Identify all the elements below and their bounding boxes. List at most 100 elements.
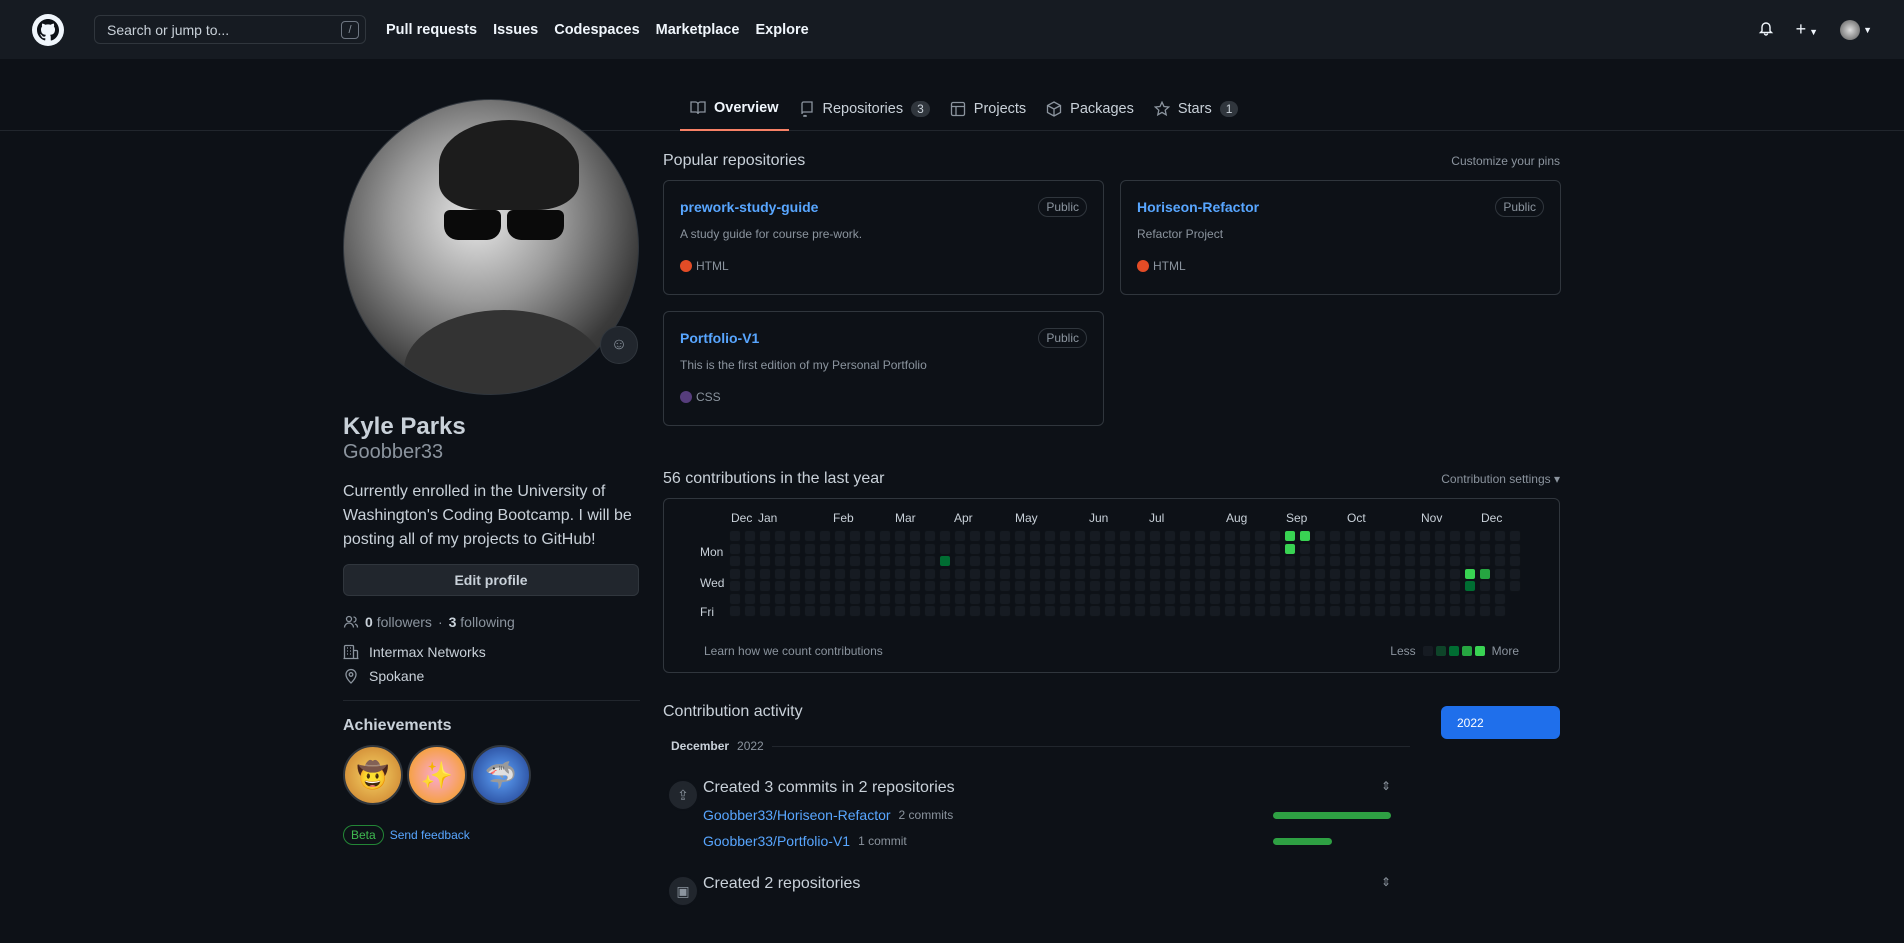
profile-avatar[interactable]	[343, 99, 639, 395]
contribution-day-cell[interactable]	[1479, 530, 1491, 542]
contribution-day-cell[interactable]	[1119, 567, 1131, 580]
contribution-day-cell[interactable]	[1344, 555, 1356, 567]
contribution-day-cell[interactable]	[1284, 530, 1296, 542]
contribution-day-cell[interactable]	[1314, 605, 1326, 617]
achievement-yolo-icon[interactable]: ✨	[407, 745, 467, 805]
contribution-day-cell[interactable]	[1194, 605, 1206, 617]
contribution-day-cell[interactable]	[954, 542, 966, 555]
contribution-day-cell[interactable]	[1434, 542, 1446, 555]
contribution-day-cell[interactable]	[984, 555, 996, 567]
contribution-day-cell[interactable]	[954, 567, 966, 580]
contribution-day-cell[interactable]	[1314, 530, 1326, 542]
following-link[interactable]: 3 following	[449, 614, 515, 630]
contribution-day-cell[interactable]	[1209, 530, 1221, 542]
contribution-day-cell[interactable]	[834, 605, 846, 617]
contribution-day-cell[interactable]	[1284, 605, 1296, 617]
contribution-day-cell[interactable]	[1134, 530, 1146, 542]
contribution-day-cell[interactable]	[924, 605, 936, 617]
contribution-day-cell[interactable]	[1044, 605, 1056, 617]
contribution-day-cell[interactable]	[1269, 567, 1281, 580]
contribution-day-cell[interactable]	[849, 605, 861, 617]
contribution-day-cell[interactable]	[1299, 555, 1311, 567]
contribution-day-cell[interactable]	[1044, 592, 1056, 605]
contribution-day-cell[interactable]	[969, 580, 981, 592]
contribution-day-cell[interactable]	[1119, 542, 1131, 555]
contribution-day-cell[interactable]	[1389, 605, 1401, 617]
contribution-day-cell[interactable]	[1149, 605, 1161, 617]
contribution-day-cell[interactable]	[1179, 555, 1191, 567]
contribution-day-cell[interactable]	[999, 567, 1011, 580]
contribution-day-cell[interactable]	[1239, 605, 1251, 617]
contribution-day-cell[interactable]	[1194, 580, 1206, 592]
contribution-day-cell[interactable]	[1344, 567, 1356, 580]
contribution-day-cell[interactable]	[879, 580, 891, 592]
contribution-day-cell[interactable]	[1209, 555, 1221, 567]
search-input[interactable]: Search or jump to... /	[94, 15, 366, 44]
contribution-day-cell[interactable]	[864, 530, 876, 542]
contribution-day-cell[interactable]	[834, 555, 846, 567]
contribution-day-cell[interactable]	[1434, 605, 1446, 617]
contribution-day-cell[interactable]	[1509, 555, 1521, 567]
contribution-day-cell[interactable]	[1194, 530, 1206, 542]
contribution-day-cell[interactable]	[1404, 580, 1416, 592]
contribution-day-cell[interactable]	[1404, 542, 1416, 555]
contribution-day-cell[interactable]	[1179, 530, 1191, 542]
contribution-day-cell[interactable]	[1434, 580, 1446, 592]
contribution-day-cell[interactable]	[924, 542, 936, 555]
contribution-day-cell[interactable]	[1449, 592, 1461, 605]
contribution-day-cell[interactable]	[1074, 567, 1086, 580]
collapse-icon[interactable]: ⇕	[1381, 875, 1391, 893]
contribution-day-cell[interactable]	[909, 542, 921, 555]
contribution-day-cell[interactable]	[1479, 605, 1491, 617]
contribution-day-cell[interactable]	[744, 580, 756, 592]
contribution-day-cell[interactable]	[1014, 530, 1026, 542]
contribution-day-cell[interactable]	[1284, 592, 1296, 605]
contribution-day-cell[interactable]	[774, 580, 786, 592]
contribution-day-cell[interactable]	[1014, 580, 1026, 592]
contribution-day-cell[interactable]	[939, 530, 951, 542]
contribution-day-cell[interactable]	[1104, 605, 1116, 617]
contribution-day-cell[interactable]	[1254, 567, 1266, 580]
contribution-day-cell[interactable]	[984, 605, 996, 617]
contribution-day-cell[interactable]	[1314, 555, 1326, 567]
contribution-day-cell[interactable]	[1404, 592, 1416, 605]
contribution-day-cell[interactable]	[1059, 580, 1071, 592]
contribution-day-cell[interactable]	[1299, 605, 1311, 617]
contribution-day-cell[interactable]	[1299, 592, 1311, 605]
customize-pins-link[interactable]: Customize your pins	[1451, 154, 1560, 168]
contribution-day-cell[interactable]	[1329, 530, 1341, 542]
contribution-day-cell[interactable]	[1044, 542, 1056, 555]
contribution-day-cell[interactable]	[1479, 567, 1491, 580]
contribution-day-cell[interactable]	[909, 530, 921, 542]
contribution-day-cell[interactable]	[759, 567, 771, 580]
contribution-day-cell[interactable]	[1014, 542, 1026, 555]
contribution-day-cell[interactable]	[1104, 567, 1116, 580]
nav-codespaces[interactable]: Codespaces	[554, 22, 639, 38]
contribution-day-cell[interactable]	[984, 567, 996, 580]
contribution-day-cell[interactable]	[984, 542, 996, 555]
contribution-day-cell[interactable]	[1494, 555, 1506, 567]
contribution-day-cell[interactable]	[1299, 580, 1311, 592]
contribution-day-cell[interactable]	[999, 592, 1011, 605]
contribution-day-cell[interactable]	[1464, 542, 1476, 555]
contribution-day-cell[interactable]	[939, 555, 951, 567]
contribution-day-cell[interactable]	[1359, 555, 1371, 567]
contribution-day-cell[interactable]	[1389, 567, 1401, 580]
set-status-smiley-icon[interactable]: ☺	[600, 326, 638, 364]
contribution-day-cell[interactable]	[729, 542, 741, 555]
tab-projects[interactable]: Projects	[940, 87, 1036, 131]
tab-repositories[interactable]: Repositories 3	[789, 87, 940, 131]
contribution-day-cell[interactable]	[1494, 592, 1506, 605]
contribution-day-cell[interactable]	[1029, 555, 1041, 567]
contribution-day-cell[interactable]	[1239, 530, 1251, 542]
contribution-day-cell[interactable]	[1329, 567, 1341, 580]
contribution-day-cell[interactable]	[1284, 567, 1296, 580]
contribution-day-cell[interactable]	[1479, 555, 1491, 567]
contribution-day-cell[interactable]	[1359, 530, 1371, 542]
year-2022-button[interactable]: 2022	[1441, 706, 1560, 739]
contribution-day-cell[interactable]	[744, 567, 756, 580]
contribution-day-cell[interactable]	[1224, 605, 1236, 617]
contribution-day-cell[interactable]	[1119, 592, 1131, 605]
contribution-day-cell[interactable]	[969, 592, 981, 605]
contribution-day-cell[interactable]	[1134, 567, 1146, 580]
